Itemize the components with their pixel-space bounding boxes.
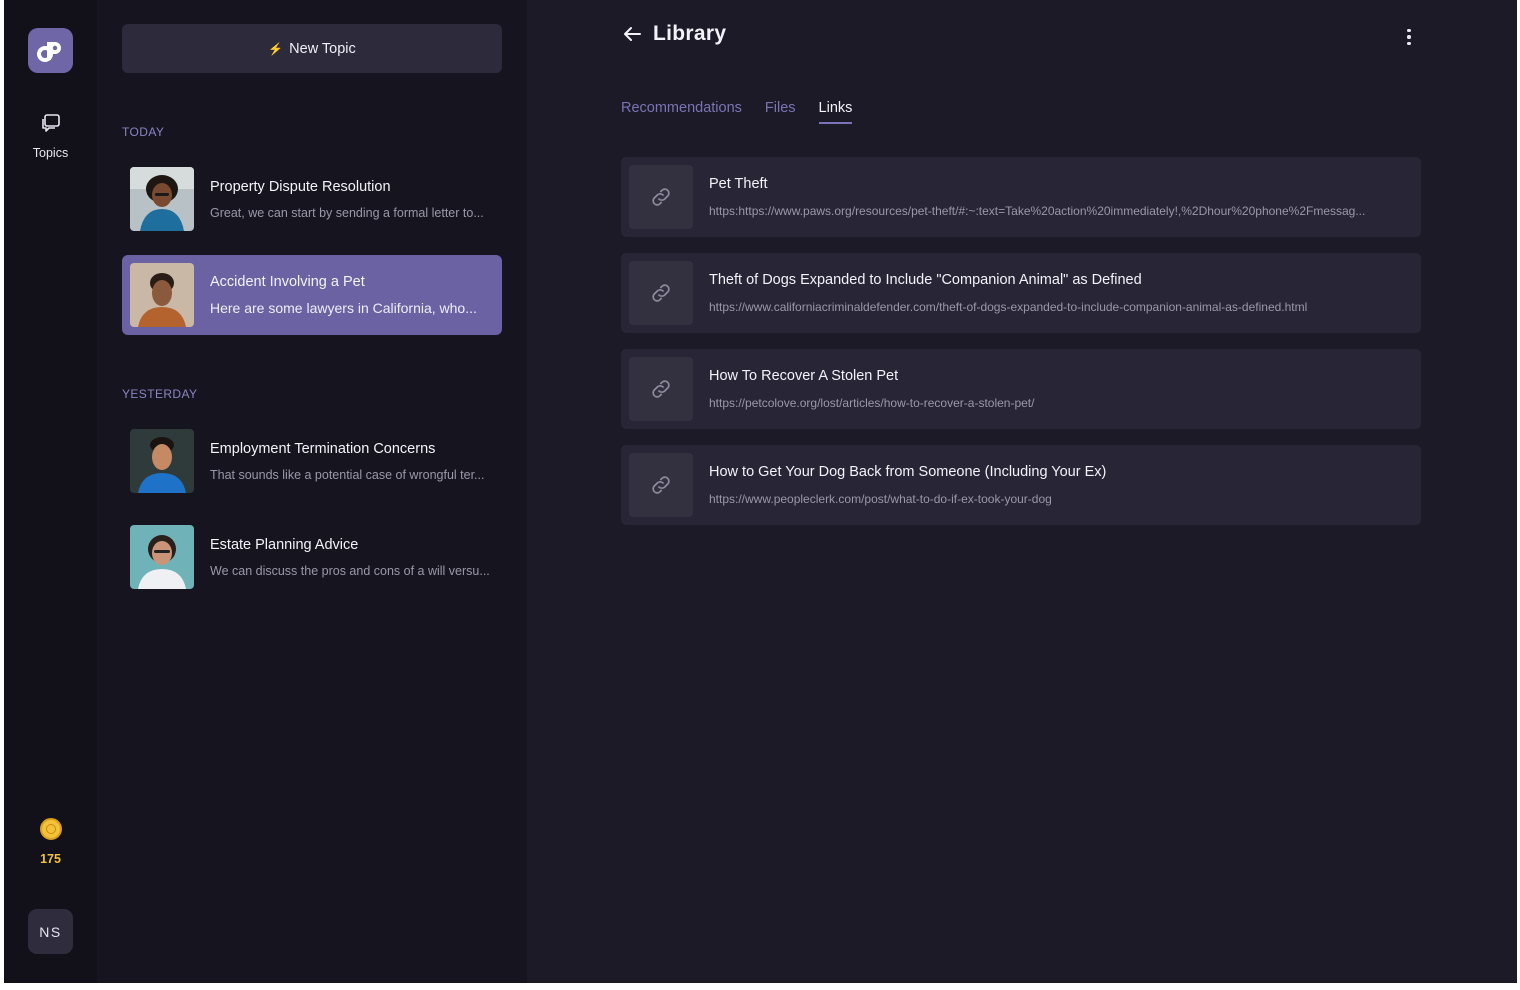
link-title: How To Recover A Stolen Pet (709, 368, 899, 384)
topic-preview: That sounds like a potential case of wro… (210, 467, 485, 482)
topic-title: Property Dispute Resolution (210, 178, 391, 195)
topic-item[interactable]: Estate Planning Advice We can discuss th… (122, 517, 502, 597)
topic-preview: Here are some lawyers in California, who… (210, 300, 477, 316)
topic-item[interactable]: Property Dispute Resolution Great, we ca… (122, 159, 502, 239)
left-rail: Topics 175 NS (4, 0, 97, 983)
nav-topics-label: Topics (32, 146, 69, 160)
app-logo-icon[interactable] (28, 28, 73, 73)
link-icon (629, 357, 693, 421)
coin-icon (39, 818, 62, 840)
links-list: Pet Theft https:https://www.paws.org/res… (621, 157, 1421, 541)
link-item[interactable]: Pet Theft https:https://www.paws.org/res… (621, 157, 1421, 237)
library-main: Library Recommendations Files Links Pet … (527, 0, 1517, 983)
topic-title: Employment Termination Concerns (210, 440, 436, 457)
link-url[interactable]: https://www.californiacriminaldefender.c… (709, 300, 1414, 314)
nav-topics[interactable]: Topics (4, 112, 97, 160)
tab-recommendations[interactable]: Recommendations (621, 100, 742, 124)
topic-title: Accident Involving a Pet (210, 274, 365, 290)
link-icon (629, 261, 693, 325)
topic-item-active[interactable]: Accident Involving a Pet Here are some l… (122, 255, 502, 335)
section-heading-yesterday: YESTERDAY (122, 387, 198, 401)
topic-avatar (130, 429, 194, 493)
link-url[interactable]: https:https://www.paws.org/resources/pet… (709, 204, 1414, 218)
chat-bubbles-icon (41, 114, 60, 132)
link-item[interactable]: How to Get Your Dog Back from Someone (I… (621, 445, 1421, 525)
tab-files[interactable]: Files (765, 100, 796, 124)
page-header: Library (621, 22, 726, 46)
link-title: How to Get Your Dog Back from Someone (I… (709, 464, 1107, 480)
new-topic-button[interactable]: ⚡ New Topic (122, 24, 502, 73)
section-heading-today: TODAY (122, 125, 165, 139)
topic-avatar (130, 167, 194, 231)
topic-item[interactable]: Employment Termination Concerns That sou… (122, 421, 502, 501)
coin-count: 175 (40, 852, 61, 866)
tab-links[interactable]: Links (818, 100, 853, 124)
link-icon (629, 453, 693, 517)
topic-preview: We can discuss the pros and cons of a wi… (210, 563, 490, 578)
link-item[interactable]: How To Recover A Stolen Pet https://petc… (621, 349, 1421, 429)
user-avatar[interactable]: NS (28, 909, 73, 954)
topic-title: Estate Planning Advice (210, 536, 359, 553)
coin-balance[interactable]: 175 (4, 818, 97, 866)
new-topic-label: New Topic (289, 40, 356, 57)
app-window: Topics 175 NS ⚡ New Topic TODAY Property… (4, 0, 1517, 983)
topic-avatar (130, 525, 194, 589)
topics-panel: ⚡ New Topic TODAY Property Dispute Resol… (97, 0, 527, 983)
topic-avatar (130, 263, 194, 327)
link-title: Theft of Dogs Expanded to Include "Compa… (709, 272, 1142, 288)
library-tabs: Recommendations Files Links (621, 100, 853, 124)
link-url[interactable]: https://www.peopleclerk.com/post/what-to… (709, 492, 1414, 506)
link-item[interactable]: Theft of Dogs Expanded to Include "Compa… (621, 253, 1421, 333)
lightning-icon: ⚡ (268, 41, 284, 56)
link-icon (629, 165, 693, 229)
topic-preview: Great, we can start by sending a formal … (210, 205, 484, 220)
link-url[interactable]: https://petcolove.org/lost/articles/how-… (709, 396, 1414, 410)
back-arrow-icon[interactable] (621, 23, 643, 45)
more-options-icon[interactable] (1399, 26, 1419, 48)
link-title: Pet Theft (709, 176, 768, 192)
page-title: Library (653, 22, 727, 45)
